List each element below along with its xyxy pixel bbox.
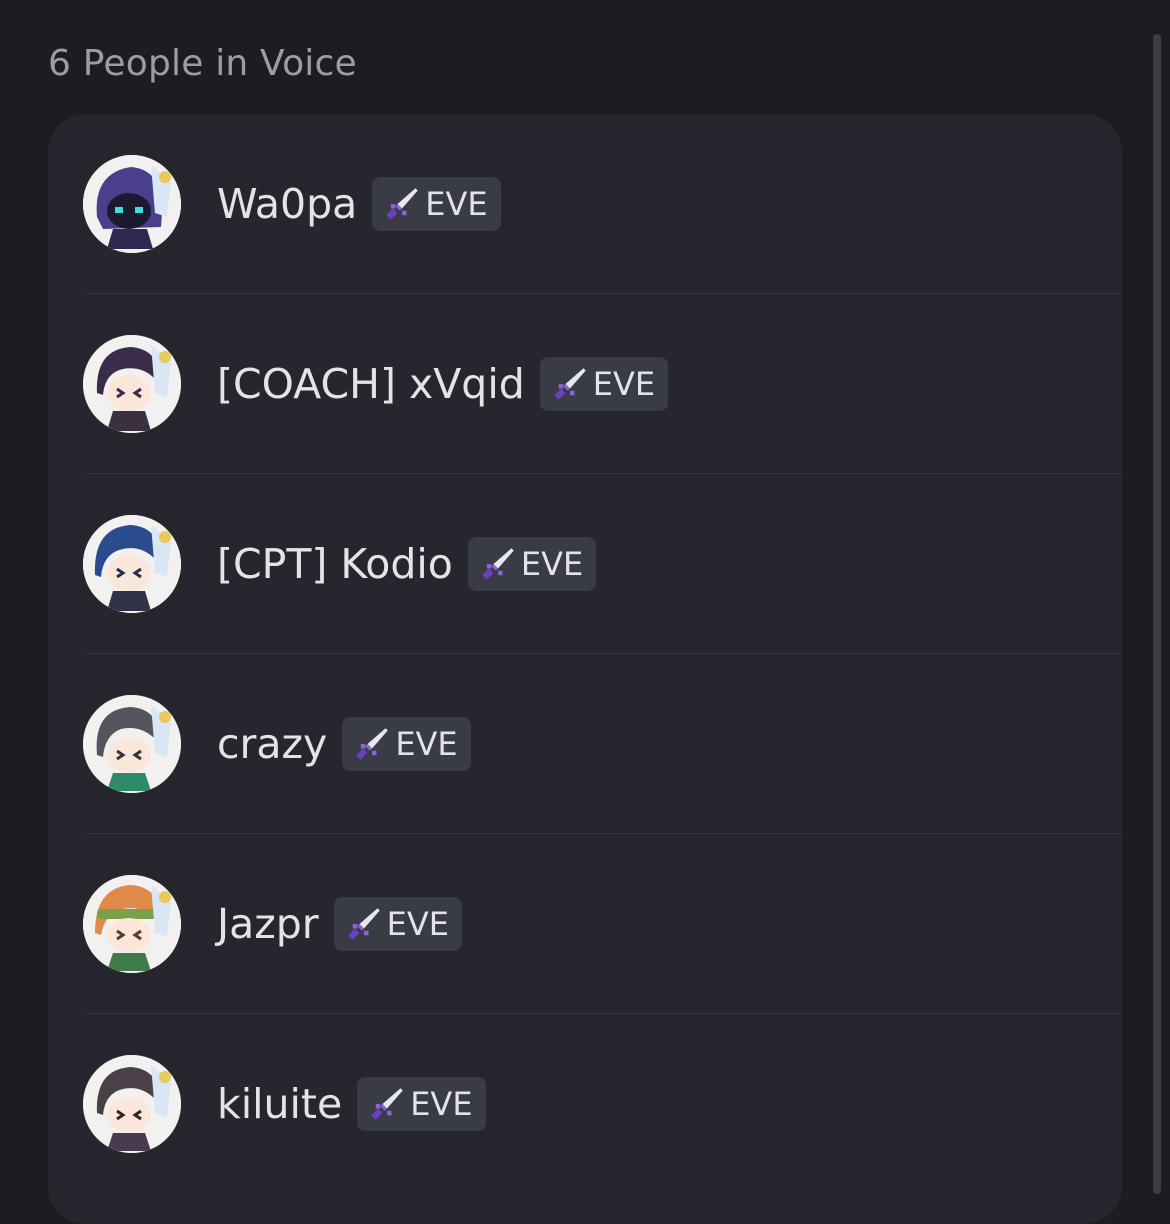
server-tag-badge[interactable]: EVE: [333, 897, 462, 951]
badge-label: EVE: [520, 545, 584, 583]
sword-icon: [356, 728, 389, 760]
avatar[interactable]: [83, 695, 181, 793]
participant-row[interactable]: kiluite EVE: [48, 1014, 1122, 1194]
avatar[interactable]: [83, 335, 181, 433]
participant-row[interactable]: [CPT] Kodio EVE: [48, 474, 1122, 654]
avatar[interactable]: [83, 515, 181, 613]
badge-label: EVE: [410, 1085, 473, 1123]
participant-row[interactable]: [COACH] xVqid EVE: [48, 294, 1122, 474]
avatar[interactable]: [83, 875, 181, 973]
participant-name: Wa0pa: [217, 180, 358, 228]
participant-name: [CPT] Kodio: [217, 540, 453, 588]
scrollbar[interactable]: [1153, 34, 1161, 1194]
badge-label: EVE: [395, 725, 458, 763]
badge-label: EVE: [592, 365, 656, 403]
badge-label: EVE: [425, 185, 488, 223]
participant-name: kiluite: [217, 1080, 343, 1128]
badge-label: EVE: [386, 905, 449, 943]
sword-icon: [371, 1088, 403, 1120]
participant-name: Jazpr: [217, 900, 319, 948]
sword-icon: [347, 908, 380, 940]
participant-row[interactable]: Jazpr EVE: [48, 834, 1122, 1014]
server-tag-badge[interactable]: EVE: [342, 717, 471, 771]
sword-icon: [386, 188, 419, 220]
participant-row[interactable]: crazy EVE: [48, 654, 1122, 834]
sword-icon: [482, 548, 514, 580]
voice-count-heading: 6 People in Voice: [48, 43, 357, 84]
participant-row[interactable]: Wa0pa EVE: [48, 114, 1122, 294]
voice-participants-list: Wa0pa EVE [COACH] xVqid EVE [CPT] Kodio …: [48, 114, 1122, 1224]
sword-icon: [554, 368, 586, 400]
avatar[interactable]: [83, 1055, 181, 1153]
participant-name: crazy: [217, 720, 328, 768]
participant-name: [COACH] xVqid: [217, 360, 525, 408]
server-tag-badge[interactable]: EVE: [539, 357, 669, 411]
server-tag-badge[interactable]: EVE: [372, 177, 501, 231]
server-tag-badge[interactable]: EVE: [357, 1077, 486, 1131]
server-tag-badge[interactable]: EVE: [467, 537, 597, 591]
avatar[interactable]: [83, 155, 181, 253]
